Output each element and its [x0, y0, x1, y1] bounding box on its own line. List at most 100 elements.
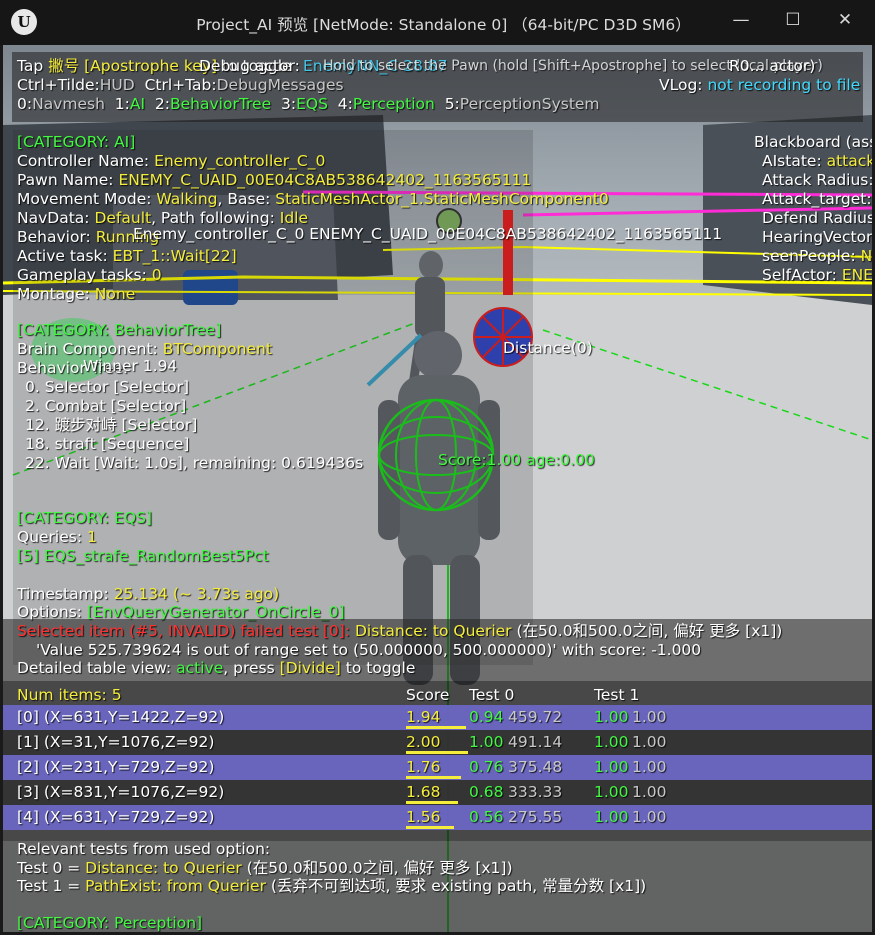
- item-score: 1.56: [406, 808, 441, 826]
- item-location: [1] (X=31,Y=1076,Z=92): [17, 733, 215, 751]
- queries-value: 1: [87, 528, 97, 546]
- test1-normalized: 1.00: [594, 758, 629, 776]
- cat-num-2: 2:: [154, 95, 170, 113]
- bb-key-2: Attack_target:: [762, 190, 872, 208]
- queries-row: Queries: 1: [17, 528, 97, 547]
- controller-name-row: Controller Name: Enemy_controller_C_0: [17, 152, 325, 171]
- test0-normalized: 0.56: [469, 808, 504, 826]
- montage-row: Montage: None: [17, 285, 135, 304]
- maximize-button[interactable]: ☐: [775, 8, 811, 32]
- score-column-header: Score: [406, 686, 450, 704]
- press-tail: to toggle: [345, 659, 416, 677]
- test1-label: Test 1 =: [17, 877, 81, 895]
- movement-mode-value: Walking: [156, 190, 218, 208]
- gameplay-tasks-row: Gameplay tasks: 0: [17, 266, 162, 285]
- detailed-table-row: Detailed table view: active, press [Divi…: [17, 659, 415, 678]
- minimize-button[interactable]: —: [723, 8, 759, 32]
- pawn-name-label: Pawn Name:: [17, 171, 114, 189]
- tab-behavior-tree[interactable]: BehaviorTree: [170, 95, 271, 113]
- score-age-label: Score:1.00 age:0.00: [438, 451, 595, 469]
- test1-raw: 1.00: [632, 708, 667, 726]
- item-score: 2.00: [406, 733, 441, 751]
- debug-messages-toggle[interactable]: DebugMessages: [217, 76, 344, 94]
- bb-key-5: seenPeople: N: [762, 247, 872, 266]
- active-task-row: Active task: EBT_1::Wait[22]: [17, 247, 237, 266]
- item-score: 1.68: [406, 783, 441, 801]
- gameplay-tasks-label: Gameplay tasks:: [17, 266, 147, 284]
- item-location: [4] (X=631,Y=729,Z=92): [17, 808, 215, 826]
- base-label: , Base:: [217, 190, 271, 208]
- bb-key-value-5: N: [860, 247, 872, 265]
- detailed-table-value: active: [176, 659, 224, 677]
- cat-num-0: 0:: [17, 95, 33, 113]
- test0-normalized: 0.94: [469, 708, 504, 726]
- item-location: [0] (X=631,Y=1422,Z=92): [17, 708, 225, 726]
- pawn-name-row: Pawn Name: ENEMY_C_UAID_00E04C8AB5386424…: [17, 171, 531, 190]
- tab-perception-system[interactable]: PerceptionSystem: [460, 95, 600, 113]
- cat-num-1: 1:: [114, 95, 130, 113]
- timestamp-label: Timestamp:: [17, 585, 109, 603]
- controller-name-value: Enemy_controller_C_0: [154, 152, 326, 170]
- bb-key-label-6: SelfActor:: [762, 266, 837, 284]
- test0-normalized: 0.76: [469, 758, 504, 776]
- bt-category-header: [CATEGORY: BehaviorTree]: [17, 321, 222, 339]
- score-bar: [406, 801, 458, 804]
- base-value: StaticMeshActor_1.StaticMeshComponent0: [275, 190, 609, 208]
- bb-key-label-0: AIstate:: [762, 152, 822, 170]
- test1-desc: (丢弃不可到达项, 要求 existing path, 常量分数 [x1]): [270, 877, 647, 895]
- vlog-label: VLog:: [659, 76, 703, 94]
- test1-name: PathExist: from Querier: [85, 877, 266, 895]
- test1-description: Test 1 = PathExist: from Querier (丢弃不可到达…: [17, 877, 646, 896]
- winner-label: Winner 1.94: [83, 357, 178, 375]
- category-tabs: 0:Navmesh 1:AI 2:BehaviorTree 3:EQS 4:Pe…: [17, 95, 600, 114]
- score-bar: [406, 826, 454, 829]
- close-button[interactable]: ✕: [827, 8, 863, 32]
- vlog-status: VLog: not recording to file: [659, 76, 860, 95]
- movement-mode-label: Movement Mode:: [17, 190, 152, 208]
- bb-key-6: SelfActor: ENE: [762, 266, 872, 285]
- tab-eqs[interactable]: EQS: [296, 95, 328, 113]
- test1-raw: 1.00: [632, 808, 667, 826]
- montage-value: None: [94, 285, 136, 303]
- bb-key-0: AIstate: attack: [762, 152, 872, 171]
- test0-raw: 375.48: [508, 758, 563, 776]
- tap-label: Tap: [17, 57, 44, 75]
- press-label: , press: [223, 659, 275, 677]
- selected-item-failed: Selected item (#5, INVALID) failed test …: [17, 622, 351, 640]
- bb-key-value-6: ENE: [841, 266, 872, 284]
- test0-raw: 275.55: [508, 808, 563, 826]
- ai-category-header: [CATEGORY: AI]: [17, 133, 136, 151]
- item-location: [3] (X=831,Y=1076,Z=92): [17, 783, 225, 801]
- bt-node: 0. Selector [Selector]: [25, 378, 190, 396]
- test1-normalized: 1.00: [594, 783, 629, 801]
- score-bar: [406, 776, 461, 779]
- test1-raw: 1.00: [632, 783, 667, 801]
- debug-key: 撇号 [Apostrophe key]: [48, 57, 218, 75]
- tab-perception[interactable]: Perception: [353, 95, 435, 113]
- test0-description: Test 0 = Distance: to Querier (在50.0和500…: [17, 859, 513, 878]
- bb-key-label-5: seenPeople:: [762, 247, 856, 265]
- blackboard-title: Blackboard (ass: [754, 133, 872, 151]
- tab-navmesh[interactable]: Navmesh: [32, 95, 105, 113]
- bb-key-1: Attack Radius:: [762, 171, 872, 189]
- hud-toggle[interactable]: HUD: [100, 76, 135, 94]
- eqs-query-name: [5] EQS_strafe_RandomBest5Pct: [17, 547, 269, 565]
- bt-node: 12. 踱步对峙 [Selector]: [25, 416, 198, 434]
- test1-column-header: Test 1: [594, 686, 640, 704]
- montage-label: Montage:: [17, 285, 90, 303]
- test0-column-header: Test 0: [469, 686, 515, 704]
- bt-node: 2. Combat [Selector]: [25, 397, 187, 415]
- item-score: 1.94: [406, 708, 441, 726]
- behavior-label: Behavior:: [17, 228, 91, 246]
- cat-num-4: 4:: [337, 95, 353, 113]
- selected-test-desc: (在50.0和500.0之间, 偏好 更多 [x1]): [516, 622, 783, 640]
- score-bar: [406, 726, 466, 729]
- test0-name: Distance: to Querier: [85, 859, 242, 877]
- score-bar: [406, 751, 468, 754]
- divide-key: [Divide]: [279, 659, 341, 677]
- test0-normalized: 0.68: [469, 783, 504, 801]
- test0-normalized: 1.00: [469, 733, 504, 751]
- tab-ai[interactable]: AI: [130, 95, 145, 113]
- game-viewport[interactable]: Tap 撇号 [Apostrophe key] to toggle Debug …: [3, 45, 872, 932]
- selected-item-row: Selected item (#5, INVALID) failed test …: [17, 622, 782, 641]
